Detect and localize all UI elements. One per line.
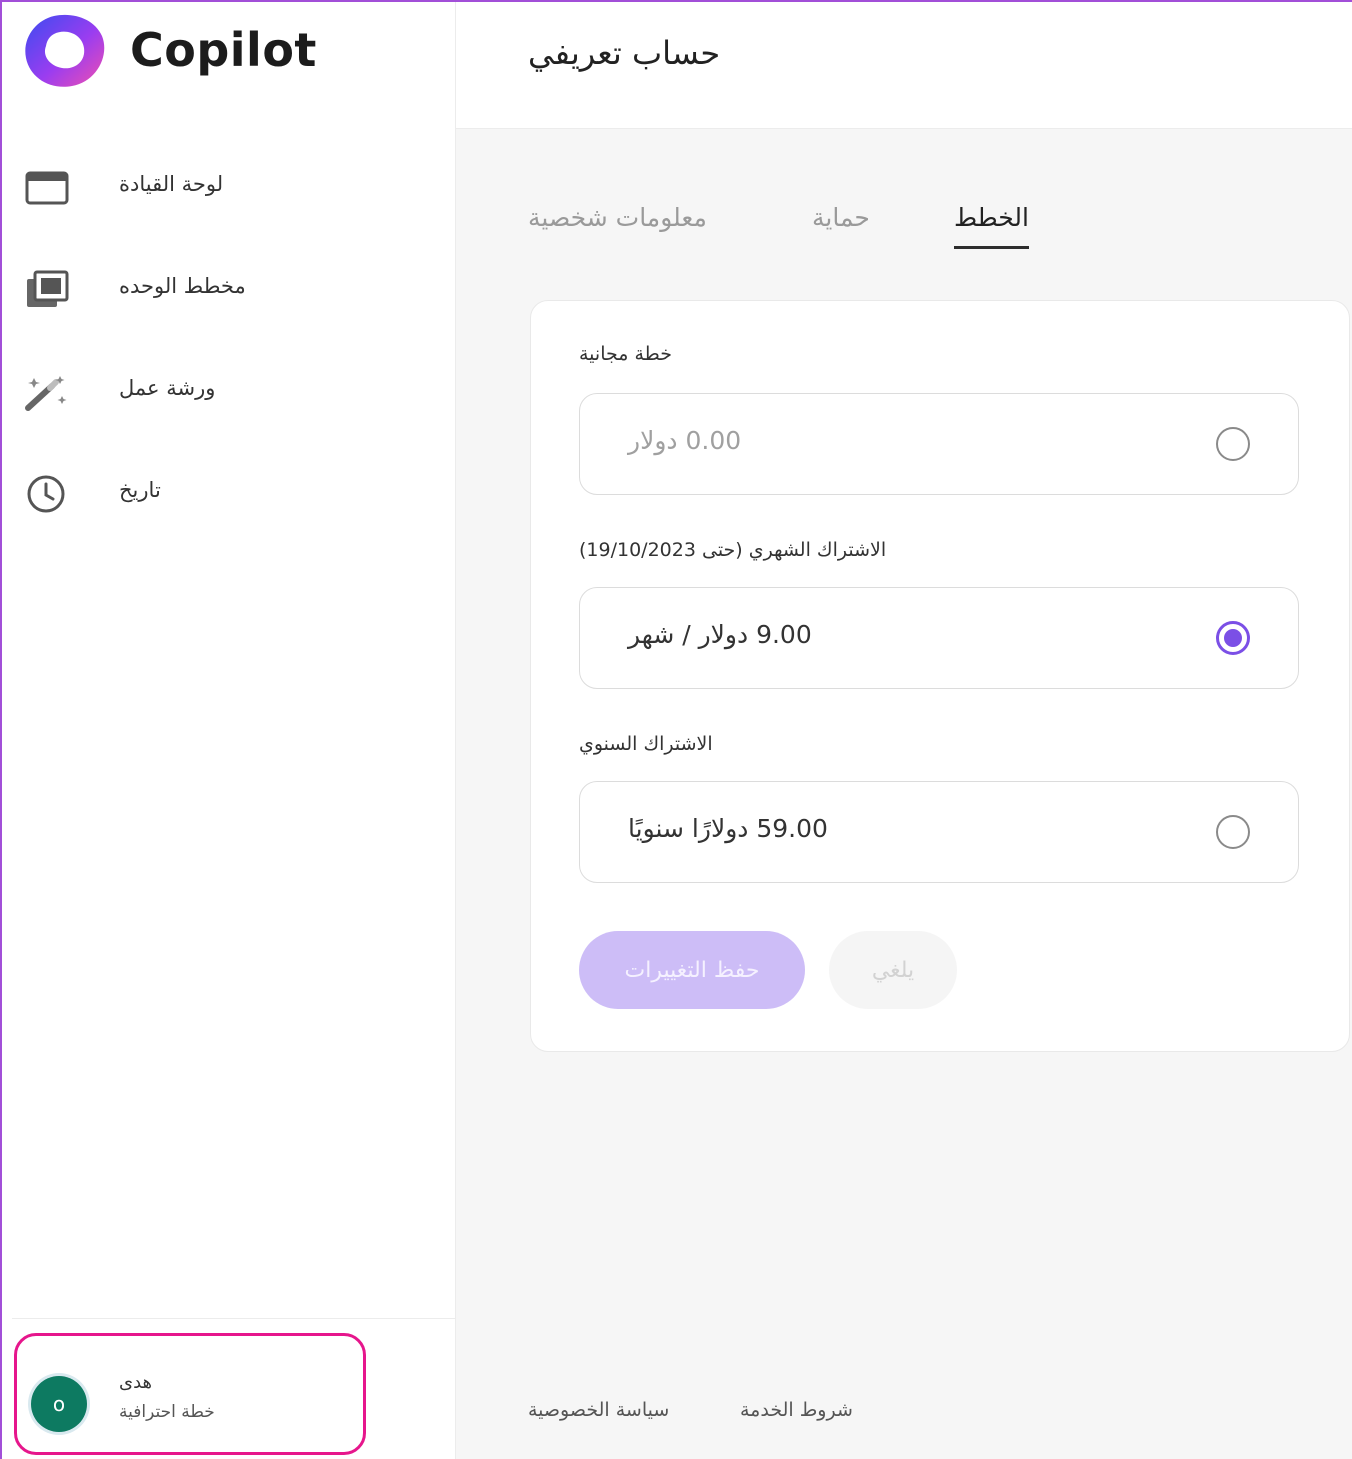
annual-plan-price: 59.00 دولارًا سنويًا bbox=[628, 814, 828, 843]
magic-wand-icon bbox=[25, 376, 67, 411]
sidebar-item-unit-plan[interactable]: مخطط الوحده bbox=[24, 262, 424, 322]
page-title: حساب تعريفي bbox=[528, 34, 721, 72]
sidebar-item-label: تاريخ bbox=[119, 478, 161, 502]
avatar[interactable]: o bbox=[31, 1376, 87, 1432]
main-content: معلومات شخصية حماية الخطط خطة مجانية 0.0… bbox=[456, 129, 1352, 1459]
copilot-logo-icon bbox=[25, 14, 105, 87]
save-changes-button[interactable]: حفظ التغييرات bbox=[579, 931, 805, 1009]
plans-card: خطة مجانية 0.00 دولار الاشتراك الشهري (ح… bbox=[530, 300, 1350, 1052]
user-profile-card[interactable]: o هدى خطة احترافية bbox=[14, 1333, 366, 1455]
free-plan-label: خطة مجانية bbox=[579, 343, 672, 365]
annual-plan-option[interactable]: 59.00 دولارًا سنويًا bbox=[579, 781, 1299, 883]
privacy-policy-link[interactable]: سياسة الخصوصية bbox=[528, 1399, 669, 1421]
monthly-plan-option[interactable]: 9.00 دولار / شهر bbox=[579, 587, 1299, 689]
sidebar-item-label: ورشة عمل bbox=[119, 376, 216, 400]
free-plan-option[interactable]: 0.00 دولار bbox=[579, 393, 1299, 495]
unit-layers-icon bbox=[27, 270, 69, 307]
sidebar-item-label: مخطط الوحده bbox=[119, 274, 246, 298]
user-name: هدى bbox=[119, 1372, 153, 1393]
sidebar-item-workshop[interactable]: ورشة عمل bbox=[24, 364, 424, 424]
sidebar-divider bbox=[12, 1318, 455, 1319]
free-plan-price: 0.00 دولار bbox=[628, 426, 742, 455]
sidebar-item-history[interactable]: تاريخ bbox=[24, 466, 424, 526]
annual-plan-radio[interactable] bbox=[1216, 815, 1250, 849]
sidebar: Copilot لوحة القيادة مخطط الوحده ورشة عم… bbox=[0, 0, 456, 1459]
free-plan-radio[interactable] bbox=[1216, 427, 1250, 461]
clock-icon bbox=[27, 475, 65, 513]
cancel-button[interactable]: يلغي bbox=[829, 931, 957, 1009]
sidebar-item-label: لوحة القيادة bbox=[119, 172, 224, 196]
tab-plans[interactable]: الخطط bbox=[954, 203, 1029, 249]
annual-plan-label: الاشتراك السنوي bbox=[579, 733, 713, 755]
sidebar-item-dashboard[interactable]: لوحة القيادة bbox=[24, 160, 424, 220]
user-plan: خطة احترافية bbox=[119, 1402, 215, 1422]
terms-of-service-link[interactable]: شروط الخدمة bbox=[740, 1399, 853, 1421]
monthly-plan-label: الاشتراك الشهري (حتى 19/10/2023) bbox=[579, 539, 887, 561]
app-logo[interactable]: Copilot bbox=[24, 12, 317, 88]
app-name: Copilot bbox=[130, 23, 317, 77]
tab-security[interactable]: حماية bbox=[812, 203, 870, 232]
dashboard-window-icon bbox=[25, 171, 69, 205]
tab-personal-info[interactable]: معلومات شخصية bbox=[528, 203, 707, 232]
tab-bar: معلومات شخصية حماية الخطط bbox=[528, 203, 1048, 263]
monthly-plan-price: 9.00 دولار / شهر bbox=[628, 620, 812, 649]
header: حساب تعريفي bbox=[456, 0, 1352, 129]
monthly-plan-radio[interactable] bbox=[1216, 621, 1250, 655]
